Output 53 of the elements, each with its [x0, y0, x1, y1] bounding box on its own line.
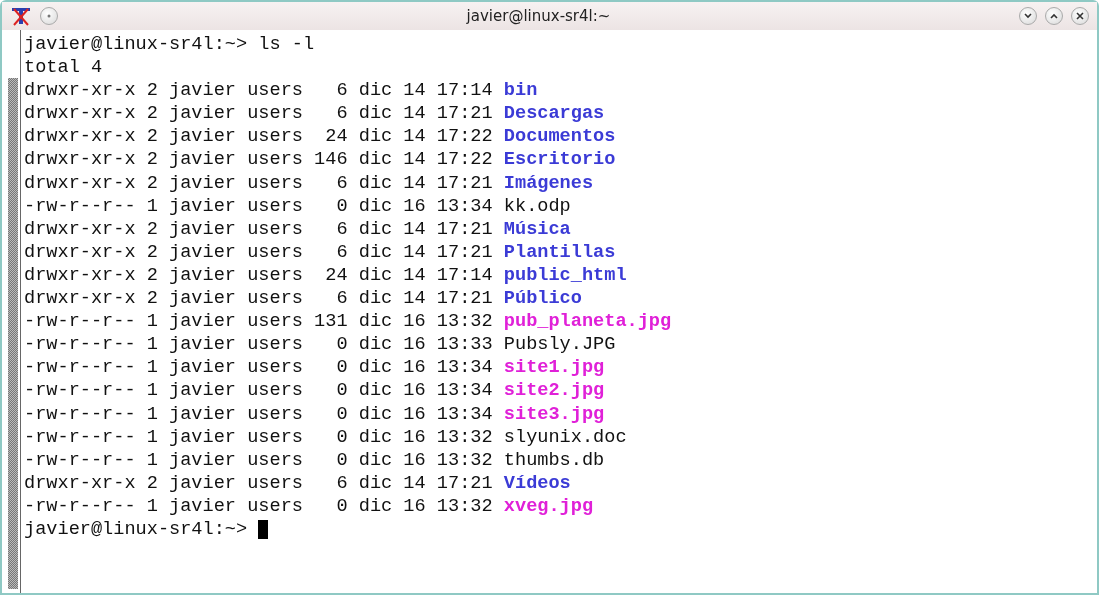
file-name: kk.odp: [503, 194, 571, 218]
file-info: drwxr-xr-x 2 javier users 6 dic 14 17:21: [24, 471, 494, 495]
file-name: xveg.jpg: [503, 494, 594, 518]
close-icon: [1075, 11, 1085, 21]
file-name: bin: [503, 79, 538, 103]
file-info: -rw-r--r-- 1 javier users 0 dic 16 13:34: [24, 356, 494, 380]
command: ls -l: [258, 33, 315, 57]
file-info: -rw-r--r-- 1 javier users 0 dic 16 13:34: [24, 379, 494, 403]
file-info: -rw-r--r-- 1 javier users 0 dic 16 13:34: [24, 402, 494, 426]
file-info: drwxr-xr-x 2 javier users 6 dic 14 17:21: [24, 102, 494, 126]
close-button[interactable]: [1071, 7, 1089, 25]
file-info: drwxr-xr-x 2 javier users 6 dic 14 17:14: [24, 79, 494, 103]
file-name: Documentos: [503, 125, 616, 149]
scrollbar[interactable]: [8, 78, 18, 589]
file-info: drwxr-xr-x 2 javier users 6 dic 14 17:21: [24, 171, 494, 195]
file-name: Pubsly.JPG: [503, 333, 616, 357]
total-line: total 4: [24, 56, 103, 80]
file-info: -rw-r--r-- 1 javier users 0 dic 16 13:33: [24, 333, 494, 357]
file-name: pub_planeta.jpg: [503, 310, 672, 334]
window-title: javier@linux-sr4l:~: [465, 7, 612, 25]
file-info: drwxr-xr-x 2 javier users 146 dic 14 17:22: [24, 148, 494, 172]
file-name: Plantillas: [503, 240, 616, 264]
file-info: drwxr-xr-x 2 javier users 6 dic 14 17:21: [24, 217, 494, 241]
file-name: site1.jpg: [503, 356, 605, 380]
file-name: thumbs.db: [503, 448, 605, 472]
file-info: -rw-r--r-- 1 javier users 131 dic 16 13:32: [24, 310, 494, 334]
file-name: Vídeos: [503, 471, 571, 495]
file-name: site3.jpg: [503, 402, 605, 426]
file-name: public_html: [503, 263, 627, 288]
file-name: Música: [503, 217, 571, 241]
file-name: Imágenes: [503, 171, 594, 195]
file-name: Descargas: [503, 102, 605, 126]
maximize-button[interactable]: [1045, 7, 1063, 25]
file-info: drwxr-xr-x 2 javier users 6 dic 14 17:21: [24, 287, 494, 311]
cursor: [258, 520, 269, 539]
file-info: -rw-r--r-- 1 javier users 0 dic 16 13:34: [24, 194, 494, 218]
file-name: site2.jpg: [503, 379, 605, 403]
app-icon[interactable]: [10, 5, 32, 27]
file-name: Público: [503, 287, 582, 311]
file-name: slyunix.doc: [503, 425, 627, 449]
file-name: Escritorio: [503, 148, 616, 172]
prompt: javier@linux-sr4l:~>: [24, 517, 248, 542]
file-info: -rw-r--r-- 1 javier users 0 dic 16 13:32: [24, 448, 494, 472]
file-info: drwxr-xr-x 2 javier users 24 dic 14 17:14: [24, 263, 494, 288]
dot-icon: [46, 13, 52, 19]
chevron-up-icon: [1049, 11, 1059, 21]
file-info: -rw-r--r-- 1 javier users 0 dic 16 13:32: [24, 425, 494, 449]
file-info: drwxr-xr-x 2 javier users 6 dic 14 17:21: [24, 240, 494, 264]
minimize-button[interactable]: [1019, 7, 1037, 25]
prompt: javier@linux-sr4l:~>: [24, 33, 249, 57]
file-info: -rw-r--r-- 1 javier users 0 dic 16 13:32: [24, 494, 494, 518]
file-info: drwxr-xr-x 2 javier users 24 dic 14 17:22: [24, 125, 494, 149]
chevron-down-icon: [1023, 11, 1033, 21]
